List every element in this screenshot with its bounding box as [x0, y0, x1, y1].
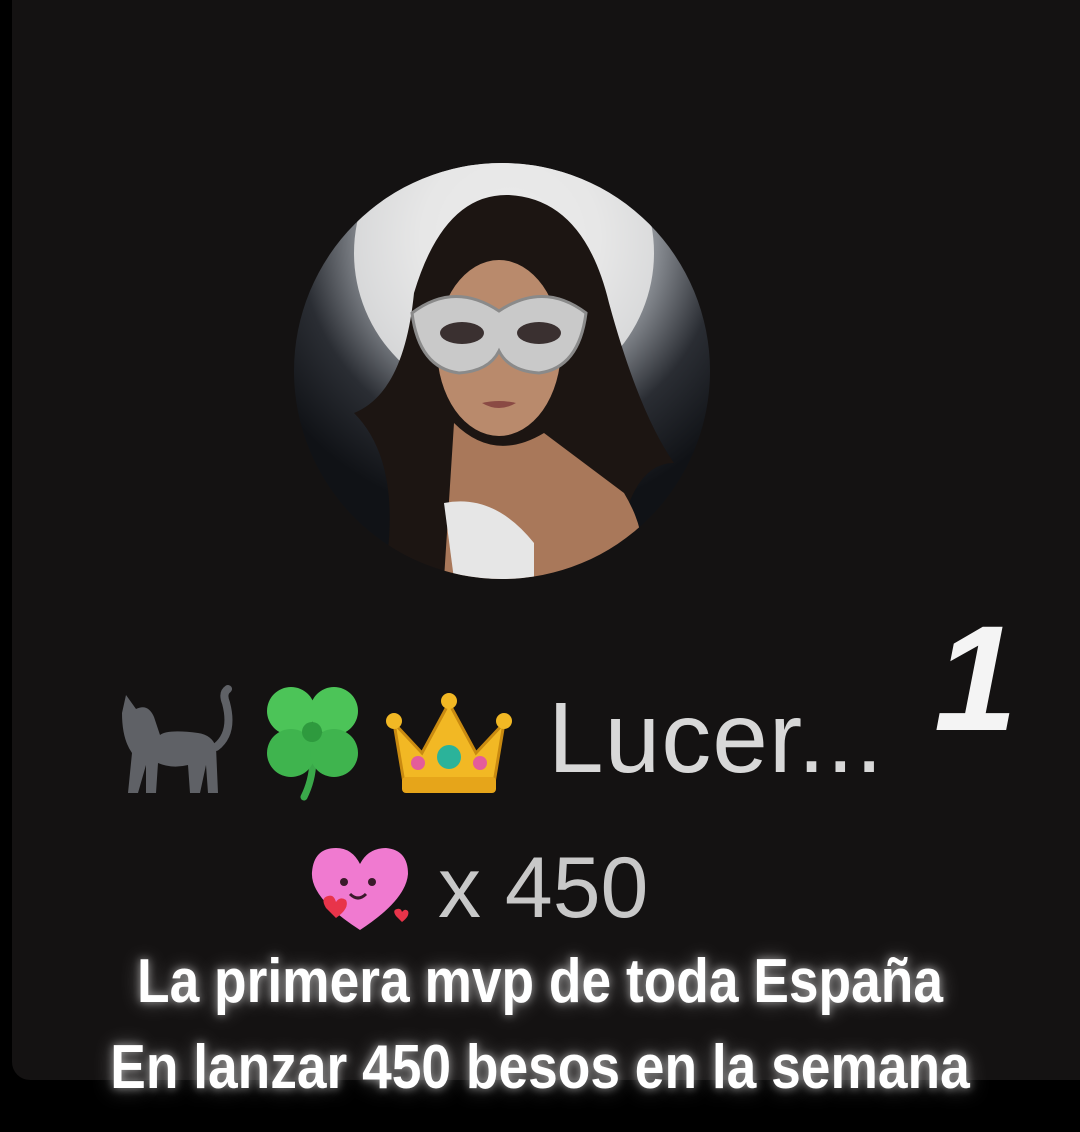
rank-number: 1 [934, 594, 1018, 762]
gift-count-row: x 450 [300, 838, 648, 938]
heart-kiss-icon [300, 838, 420, 938]
caption-line-2: En lanzar 450 besos en la semana [110, 1033, 970, 1102]
avatar-container[interactable]: 1 [294, 163, 1017, 753]
user-name-row[interactable]: Lucer... [108, 668, 884, 808]
caption-line-1: La primera mvp de toda España [137, 947, 943, 1016]
gift-count: x 450 [438, 840, 649, 936]
cat-icon [108, 673, 238, 803]
crown-icon [384, 673, 514, 803]
clover-icon [246, 673, 376, 803]
avatar[interactable] [294, 163, 710, 579]
user-name[interactable]: Lucer... [548, 668, 884, 808]
